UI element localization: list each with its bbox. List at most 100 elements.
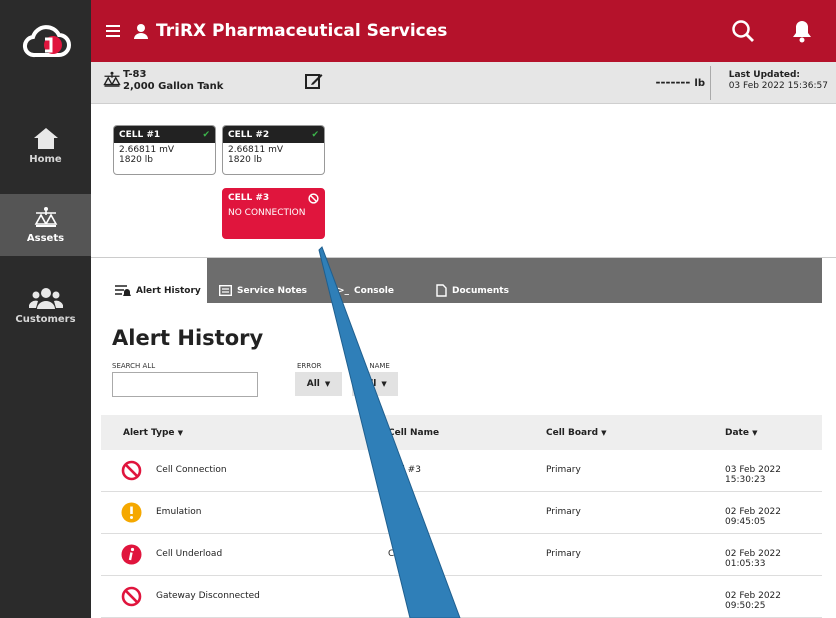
notes-icon bbox=[219, 285, 232, 296]
error-filter-value: All bbox=[306, 379, 320, 389]
cell-mv: 2.66811 mV bbox=[228, 145, 284, 155]
scale-icon bbox=[103, 71, 121, 87]
sidebar-item-label: Assets bbox=[26, 232, 65, 244]
tab-console[interactable]: >_ Console bbox=[337, 258, 394, 303]
checkmark-icon: ✔ bbox=[311, 130, 319, 140]
column-label: Cell Name bbox=[388, 428, 440, 438]
search-icon[interactable] bbox=[731, 19, 755, 43]
cell-header: CELL #1 ✔ bbox=[114, 126, 215, 143]
cell-card[interactable]: CELL #1 ✔ 2.66811 mV 1820 lb bbox=[113, 125, 216, 175]
console-icon: >_ bbox=[337, 285, 350, 296]
weight-unit: lb bbox=[694, 78, 705, 89]
app-title: TriRX Pharmaceutical Services bbox=[156, 21, 448, 41]
column-date[interactable]: Date ▼ bbox=[725, 428, 757, 438]
checkmark-icon: ✔ bbox=[202, 130, 210, 140]
tab-label: Service Notes bbox=[237, 285, 308, 296]
search-label: SEARCH ALL bbox=[112, 362, 156, 370]
alert-type: Cell Connection bbox=[156, 465, 227, 475]
cell-values: 2.66811 mV 1820 lb bbox=[223, 143, 324, 167]
tab-alert-history[interactable]: Alert History bbox=[101, 258, 207, 303]
column-cell-board[interactable]: Cell Board ▼ bbox=[546, 428, 607, 438]
weight-value: ------- bbox=[655, 75, 691, 89]
table-row[interactable]: Emulation Cell #3 Primary 02 Feb 2022 09… bbox=[101, 492, 822, 534]
sidebar-item-label: Home bbox=[29, 153, 62, 165]
info-icon bbox=[121, 544, 142, 565]
cell-filter-label: CELL NAME bbox=[350, 362, 390, 370]
cell-header: CELL #3 bbox=[223, 189, 324, 206]
cell-mv: 2.66811 mV bbox=[119, 145, 175, 155]
column-label: Cell Board bbox=[546, 428, 599, 438]
weight-readout: ------- lb bbox=[656, 75, 705, 89]
no-connection-icon bbox=[121, 460, 142, 481]
cell-card[interactable]: CELL #2 ✔ 2.66811 mV 1820 lb bbox=[222, 125, 325, 175]
alert-type: Cell Underload bbox=[156, 549, 223, 559]
caret-down-icon: ▼ bbox=[381, 380, 387, 388]
caret-down-icon: ▼ bbox=[324, 380, 331, 388]
cell-weight: 1820 lb bbox=[228, 155, 262, 165]
alert-date: 02 Feb 2022 09:45:05 bbox=[725, 507, 782, 527]
sidebar-item-assets[interactable]: Assets bbox=[0, 194, 91, 256]
cell-weight: 1820 lb bbox=[119, 155, 153, 165]
cell-name: CELL #2 bbox=[228, 130, 270, 140]
cell-board: Primary bbox=[546, 465, 581, 475]
hamburger-menu-icon[interactable] bbox=[106, 24, 120, 38]
table-row[interactable]: Cell Connection Cell #3 Primary 03 Feb 2… bbox=[101, 450, 822, 492]
no-connection-icon bbox=[121, 586, 142, 607]
cell-board: Primary bbox=[546, 549, 581, 559]
column-label: Date bbox=[725, 428, 749, 438]
tab-service-notes[interactable]: Service Notes bbox=[219, 258, 307, 303]
sidebar-item-customers[interactable]: Customers bbox=[0, 274, 91, 336]
asset-identity: T-83 2,000 Gallon Tank bbox=[123, 69, 223, 93]
sidebar-item-home[interactable]: Home bbox=[0, 114, 91, 176]
tab-label: Console bbox=[354, 285, 394, 296]
cell-status: NO CONNECTION bbox=[228, 208, 306, 218]
caret-down-icon: ▼ bbox=[177, 429, 184, 437]
cell-card-error[interactable]: CELL #3 NO CONNECTION bbox=[222, 188, 325, 239]
no-connection-icon bbox=[308, 193, 319, 204]
sidebar-item-label: Customers bbox=[15, 313, 76, 325]
logo[interactable] bbox=[0, 0, 91, 83]
asset-name: 2,000 Gallon Tank bbox=[123, 81, 224, 92]
last-updated: Last Updated: 03 Feb 2022 15:36:57 bbox=[729, 70, 828, 92]
scale-icon bbox=[34, 206, 57, 227]
customers-icon bbox=[28, 287, 63, 309]
tab-documents[interactable]: Documents bbox=[436, 258, 509, 303]
caret-down-icon: ▼ bbox=[752, 429, 758, 437]
cell-values: 2.66811 mV 1820 lb bbox=[114, 143, 215, 167]
page-title: Alert History bbox=[112, 326, 264, 350]
cell-filter-value: All bbox=[363, 379, 377, 389]
bell-icon[interactable] bbox=[791, 19, 813, 43]
alert-type: Emulation bbox=[156, 507, 202, 517]
tab-bar: Alert History Service Notes >_ Console D… bbox=[101, 258, 822, 303]
edit-icon[interactable] bbox=[305, 72, 323, 90]
tab-label: Documents bbox=[452, 285, 509, 296]
cell-filter-dropdown[interactable]: All ▼ bbox=[352, 372, 398, 396]
table-row[interactable]: Cell Underload Cell #3 Primary 02 Feb 20… bbox=[101, 534, 822, 576]
cell-board: Primary bbox=[546, 507, 581, 517]
cell-name: Cell #3 bbox=[388, 549, 421, 559]
last-updated-label: Last Updated: bbox=[728, 70, 801, 80]
tab-label: Alert History bbox=[136, 285, 201, 296]
cell-name: Cell #3 bbox=[388, 465, 421, 475]
asset-subheader: T-83 2,000 Gallon Tank ------- lb Last Up… bbox=[91, 62, 836, 104]
column-alert-type[interactable]: Alert Type ▼ bbox=[123, 428, 183, 438]
caret-down-icon: ▼ bbox=[601, 429, 607, 437]
alert-date: 03 Feb 2022 15:30:23 bbox=[725, 465, 782, 485]
table-row[interactable]: Gateway Disconnected 02 Feb 2022 09:50:2… bbox=[101, 576, 822, 618]
cells-panel: CELL #1 ✔ 2.66811 mV 1820 lb CELL #2 ✔ 2.66… bbox=[91, 104, 836, 258]
cell-name: Cell #3 bbox=[388, 507, 421, 517]
sidebar: Home Assets Customers bbox=[0, 0, 91, 618]
alert-history-icon bbox=[115, 284, 131, 296]
cloud-logo-icon bbox=[22, 24, 71, 57]
search-input[interactable] bbox=[112, 372, 258, 397]
top-header: TriRX Pharmaceutical Services bbox=[91, 0, 836, 62]
document-icon bbox=[436, 284, 447, 297]
divider bbox=[710, 66, 711, 100]
cell-name: CELL #3 bbox=[228, 193, 270, 203]
error-filter-dropdown[interactable]: All ▼ bbox=[295, 372, 342, 396]
alert-type: Gateway Disconnected bbox=[156, 591, 260, 601]
asset-id: T-83 bbox=[123, 69, 147, 80]
cell-name: CELL #1 bbox=[119, 130, 161, 140]
column-cell-name: Cell Name bbox=[388, 428, 439, 438]
column-label: Alert Type bbox=[123, 428, 175, 438]
